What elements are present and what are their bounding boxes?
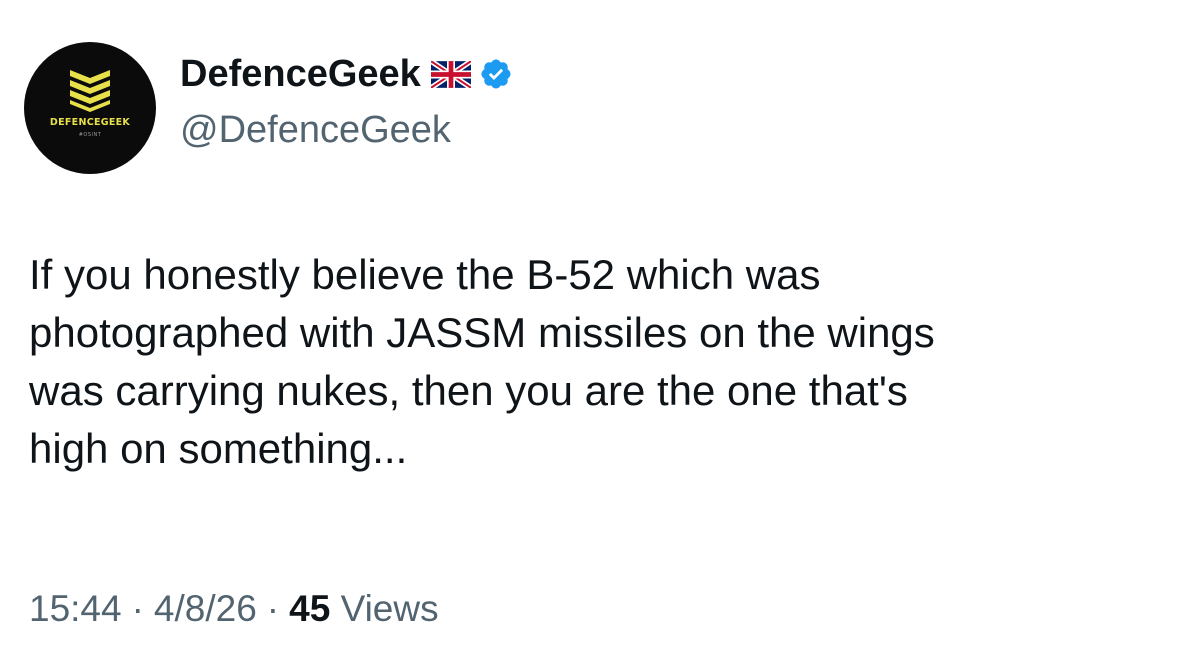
tweet-date[interactable]: 4/8/26: [154, 588, 257, 629]
avatar-logo-text: DEFENCEGEEK: [49, 117, 131, 128]
account-handle[interactable]: @DefenceGeek: [180, 104, 513, 156]
display-name[interactable]: DefenceGeek: [180, 48, 421, 100]
avatar[interactable]: DEFENCEGEEK #OSINT: [24, 42, 156, 174]
united-kingdom-flag-icon: [430, 60, 471, 88]
name-row: DefenceGeek: [180, 48, 513, 100]
separator-dot: ·: [266, 588, 280, 629]
tweet-header: DefenceGeek @DefenceGeek: [180, 48, 513, 156]
verified-badge-icon[interactable]: [479, 57, 513, 91]
chevron-stack-logo-icon: [70, 70, 110, 112]
tweet-time[interactable]: 15:44: [29, 588, 122, 629]
tweet-card: DEFENCEGEEK #OSINT DefenceGeek @DefenceG…: [0, 0, 1200, 668]
views-count[interactable]: 45: [289, 588, 330, 629]
tweet-text: If you honestly believe the B-52 which w…: [29, 251, 935, 472]
separator-dot: ·: [131, 588, 144, 629]
avatar-logo-subtext: #OSINT: [78, 132, 102, 138]
tweet-metadata: 15:44 · 4/8/26 · 45 Views: [29, 584, 439, 634]
views-label[interactable]: Views: [341, 588, 439, 629]
